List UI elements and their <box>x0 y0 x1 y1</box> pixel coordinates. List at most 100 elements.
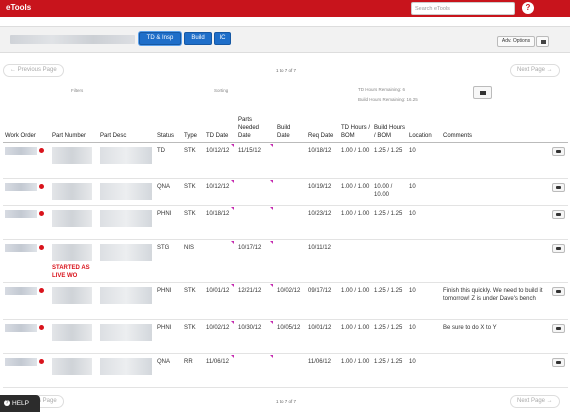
location-cell: 10 <box>407 142 441 179</box>
app-title[interactable]: eTools <box>6 3 31 12</box>
add-comment-button[interactable] <box>552 357 565 367</box>
work-order-cell[interactable] <box>3 319 50 354</box>
col-td-date[interactable]: TD Date <box>204 108 236 143</box>
redacted-work-order[interactable] <box>5 286 37 295</box>
status-cell: PHNI <box>155 282 182 320</box>
toolbar: TD & Insp Build IC Adv. Options <box>0 26 570 53</box>
comment-icon <box>556 212 561 216</box>
build-date-cell <box>275 178 306 206</box>
comments-cell <box>441 239 568 283</box>
add-comment-button[interactable] <box>552 243 565 253</box>
table-row[interactable]: PHNI STK 10/01/12 12/21/12 10/02/12 09/17/12 1… <box>3 282 568 320</box>
flag-corner-marker <box>270 320 273 324</box>
col-comments[interactable]: Comments <box>441 108 568 143</box>
page-info: 1 to 7 of 7 <box>276 68 297 73</box>
col-parts-needed-date[interactable]: Parts Needed Date <box>236 108 275 143</box>
col-req-date[interactable]: Req Date <box>306 108 339 143</box>
col-td-hours[interactable]: TD Hours / BOM <box>339 108 372 143</box>
redacted-work-order[interactable] <box>5 323 37 332</box>
redacted-part-number <box>52 357 92 375</box>
location-cell: 10 <box>407 205 441 240</box>
build-hours-cell: 10.00 / 10.00 <box>372 178 407 206</box>
top-navbar: eTools Search eTools ? <box>0 0 570 17</box>
work-order-cell[interactable] <box>3 205 50 240</box>
table-row[interactable]: PHNI STK 10/02/12 10/30/12 10/05/12 10/01/12 1… <box>3 319 568 354</box>
add-comment-button[interactable] <box>552 209 565 219</box>
type-cell: STK <box>182 319 204 354</box>
col-status[interactable]: Status <box>155 108 182 143</box>
col-work-order[interactable]: Work Order <box>3 108 50 143</box>
td-hours-cell: 1.00 / 1.00 <box>339 142 372 179</box>
help-icon[interactable]: ? <box>522 2 534 14</box>
part-number-cell: STARTED AS LIVE WO <box>50 239 98 283</box>
work-order-cell[interactable] <box>3 282 50 320</box>
add-comment-button[interactable] <box>552 182 565 192</box>
help-button[interactable]: ? HELP <box>0 395 40 412</box>
flag-corner-marker <box>231 240 234 244</box>
type-cell: NIS <box>182 239 204 283</box>
redacted-selector[interactable] <box>10 35 135 44</box>
add-comment-button[interactable] <box>552 146 565 156</box>
build-hours-cell: 1.25 / 1.25 <box>372 353 407 388</box>
flag-corner-marker <box>231 283 234 287</box>
redacted-work-order[interactable] <box>5 182 37 191</box>
previous-page-button[interactable]: ← Previous Page <box>3 64 64 77</box>
redacted-work-order[interactable] <box>5 357 37 366</box>
table-row[interactable]: TD STK 10/12/12 11/15/12 10/18/12 1.00 / 1.00… <box>3 142 568 179</box>
td-date-cell: 10/18/12 <box>204 205 236 240</box>
work-order-cell[interactable] <box>3 142 50 179</box>
col-build-date[interactable]: Build Date <box>275 108 306 143</box>
redacted-work-order[interactable] <box>5 146 37 155</box>
col-build-hours[interactable]: Build Hours / BOM <box>372 108 407 143</box>
redacted-part-number <box>52 209 92 227</box>
part-desc-cell <box>98 353 155 388</box>
table-row[interactable]: PHNI STK 10/18/12 10/23/12 1.00 / 1.00 1.25 /… <box>3 205 568 240</box>
next-page-button-bottom[interactable]: Next Page → <box>510 395 560 408</box>
comment-icon <box>556 149 561 153</box>
col-part-number[interactable]: Part Number <box>50 108 98 143</box>
search-input[interactable]: Search eTools <box>411 2 515 15</box>
grid-view-button[interactable] <box>536 36 549 47</box>
type-cell: STK <box>182 282 204 320</box>
location-cell: 10 <box>407 178 441 206</box>
filters-label[interactable]: Filters <box>71 88 83 93</box>
table-row[interactable]: QNA RR 11/06/12 11/06/12 1.00 / 1.00 1.25 / 1… <box>3 353 568 388</box>
col-type[interactable]: Type <box>182 108 204 143</box>
comment-icon <box>556 185 561 189</box>
td-hours-cell: 1.00 / 1.00 <box>339 282 372 320</box>
ic-button[interactable]: IC <box>214 32 231 45</box>
columns-button[interactable] <box>473 86 492 99</box>
redacted-part-desc <box>100 357 152 375</box>
part-desc-cell <box>98 282 155 320</box>
sorting-label[interactable]: Sorting <box>214 88 228 93</box>
redacted-work-order[interactable] <box>5 209 37 218</box>
redacted-part-number <box>52 323 92 341</box>
page-info-bottom: 1 to 7 of 7 <box>276 399 297 404</box>
part-desc-cell <box>98 178 155 206</box>
part-number-cell <box>50 319 98 354</box>
table-row[interactable]: QNA STK 10/12/12 10/19/12 1.00 / 1.00 10.00 /… <box>3 178 568 206</box>
td-date-cell: 10/02/12 <box>204 319 236 354</box>
work-order-cell[interactable] <box>3 353 50 388</box>
status-cell: TD <box>155 142 182 179</box>
grid-icon <box>541 40 546 44</box>
td-insp-button[interactable]: TD & Insp <box>139 32 181 45</box>
add-comment-button[interactable] <box>552 286 565 296</box>
td-hours-cell: 1.00 / 1.00 <box>339 353 372 388</box>
flag-corner-marker <box>231 143 234 147</box>
add-comment-button[interactable] <box>552 323 565 333</box>
col-location[interactable]: Location <box>407 108 441 143</box>
table-row[interactable]: STARTED AS LIVE WO STG NIS 10/17/12 10/11/12 <box>3 239 568 283</box>
part-number-cell <box>50 353 98 388</box>
flag-corner-marker <box>231 206 234 210</box>
status-dot-icon <box>39 147 44 153</box>
adv-options-button[interactable]: Adv. Options <box>497 36 535 47</box>
next-page-button[interactable]: Next Page → <box>510 64 560 77</box>
col-part-desc[interactable]: Part Desc <box>98 108 155 143</box>
redacted-work-order[interactable] <box>5 243 37 252</box>
work-order-cell[interactable] <box>3 239 50 283</box>
build-button[interactable]: Build <box>184 32 212 45</box>
table-header-row: Work Order Part Number Part Desc Status … <box>3 108 568 143</box>
work-order-table: Work Order Part Number Part Desc Status … <box>3 108 568 388</box>
work-order-cell[interactable] <box>3 178 50 206</box>
